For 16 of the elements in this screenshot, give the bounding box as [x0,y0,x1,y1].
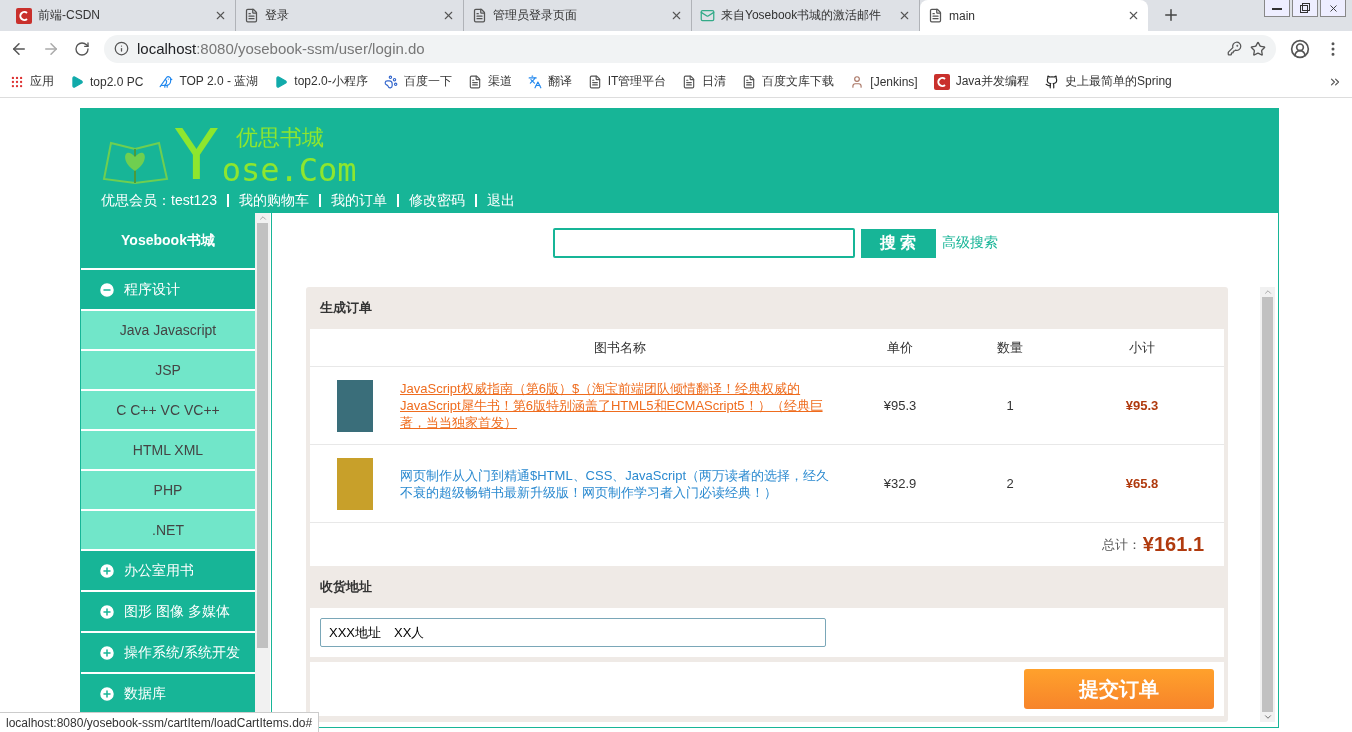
column-header: 图书名称 [593,338,647,357]
url-tooltip: localhost:8080/yosebook-ssm/cartItem/loadCartItems.do# [0,712,320,732]
total-amount: ¥161.1 [1142,533,1204,556]
panel-title: 收货地址 [319,578,373,596]
sidebar-title: Yosebook书城 [81,213,255,270]
quantity-cell-text: 2 [1005,476,1015,491]
price-cell-text: ¥32.9 [882,476,918,491]
column-header: 单价 [886,338,914,357]
quantity-cell-text: 1 [1005,398,1015,413]
total-label: 总计： [1101,535,1141,554]
price-cell-text: ¥95.3 [882,398,918,413]
panel-title: 生成订单 [319,299,373,317]
column-header: 数量 [996,338,1024,357]
column-header: 小计 [1128,338,1156,357]
subtotal-cell-text: ¥95.3 [1124,398,1160,413]
subtotal-cell-text: ¥65.8 [1124,476,1160,491]
